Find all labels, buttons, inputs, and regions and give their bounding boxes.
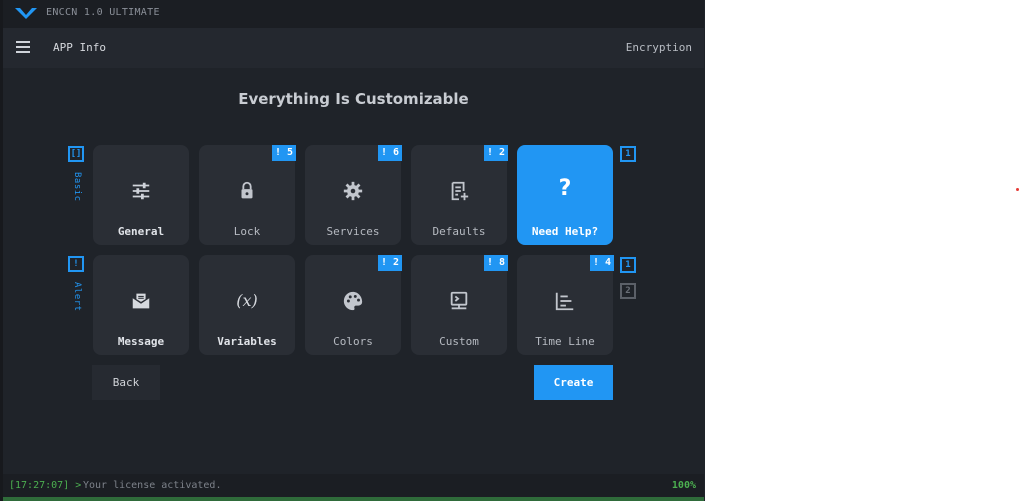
tile-lock-label: Lock <box>233 225 261 238</box>
question-icon: ? <box>558 176 572 201</box>
tile-lock-badge: ! 5 <box>272 145 296 161</box>
tile-defaults-label: Defaults <box>432 225 486 238</box>
app-bar: APP Info Encryption <box>3 28 704 68</box>
row2-page-2[interactable]: 2 <box>620 283 636 299</box>
status-progress-line <box>3 497 704 501</box>
tile-services[interactable]: ! 6 Services <box>305 145 402 245</box>
tile-lock[interactable]: ! 5 Lock <box>199 145 296 245</box>
window-left-edge <box>0 0 3 501</box>
tile-message-label: Message <box>117 335 165 348</box>
app-logo-icon <box>15 8 37 19</box>
tune-sliders-icon <box>132 182 150 200</box>
tile-services-label: Services <box>326 225 380 238</box>
mail-icon <box>132 293 150 309</box>
status-bar: [17:27:07] > Your license activated. 100… <box>3 474 704 498</box>
tile-colors-badge: ! 2 <box>378 255 402 271</box>
tile-services-badge: ! 6 <box>378 145 402 161</box>
tile-time-line-badge: ! 4 <box>590 255 614 271</box>
tile-variables-label: Variables <box>217 335 277 348</box>
tile-time-line[interactable]: ! 4 Time Line <box>517 255 614 355</box>
section-basic-icon[interactable]: [] <box>68 146 84 162</box>
tile-general-label: General <box>117 225 165 238</box>
row1-page-1[interactable]: 1 <box>620 146 636 162</box>
window-title: ENCCN 1.0 ULTIMATE <box>46 7 160 18</box>
status-progress: 100% <box>671 480 696 491</box>
section-alert-label: Alert <box>72 282 82 312</box>
document-add-icon <box>451 181 469 201</box>
app-window: ENCCN 1.0 ULTIMATE APP Info Encryption E… <box>0 0 705 501</box>
tile-colors[interactable]: ! 2 Colors <box>305 255 402 355</box>
row2-page-1[interactable]: 1 <box>620 257 636 273</box>
terminal-icon <box>450 291 468 310</box>
hamburger-menu-icon[interactable] <box>16 41 30 53</box>
tile-message[interactable]: Message <box>93 255 189 355</box>
status-timestamp: [17:27:07] > <box>9 480 82 491</box>
section-alert-icon[interactable]: ! <box>68 256 84 272</box>
page-heading: Everything Is Customizable <box>238 90 469 108</box>
timeline-icon <box>555 292 574 311</box>
title-bar: ENCCN 1.0 ULTIMATE <box>3 0 704 28</box>
section-basic-label: Basic <box>72 172 82 202</box>
back-button[interactable]: Back <box>92 365 160 400</box>
status-message: Your license activated. <box>83 480 222 491</box>
tile-time-line-label: Time Line <box>535 335 595 348</box>
tile-variables[interactable]: (x) Variables <box>199 255 295 355</box>
variables-icon: (x) <box>236 291 258 310</box>
app-bar-title: APP Info <box>53 41 106 54</box>
encryption-link[interactable]: Encryption <box>626 41 692 54</box>
tile-custom-label: Custom <box>439 335 479 348</box>
tile-defaults[interactable]: ! 2 Defaults <box>411 145 508 245</box>
tile-defaults-badge: ! 2 <box>484 145 508 161</box>
palette-icon <box>343 291 363 311</box>
red-dot-marker <box>1016 188 1019 191</box>
tile-general[interactable]: General <box>93 145 189 245</box>
tile-custom[interactable]: ! 8 Custom <box>411 255 508 355</box>
lock-icon <box>241 181 253 199</box>
tile-need-help[interactable]: ? Need Help? <box>517 145 613 245</box>
tile-custom-badge: ! 8 <box>484 255 508 271</box>
create-button[interactable]: Create <box>534 365 613 400</box>
gear-icon <box>343 181 363 201</box>
tile-need-help-label: Need Help? <box>531 225 599 238</box>
tile-colors-label: Colors <box>333 335 373 348</box>
